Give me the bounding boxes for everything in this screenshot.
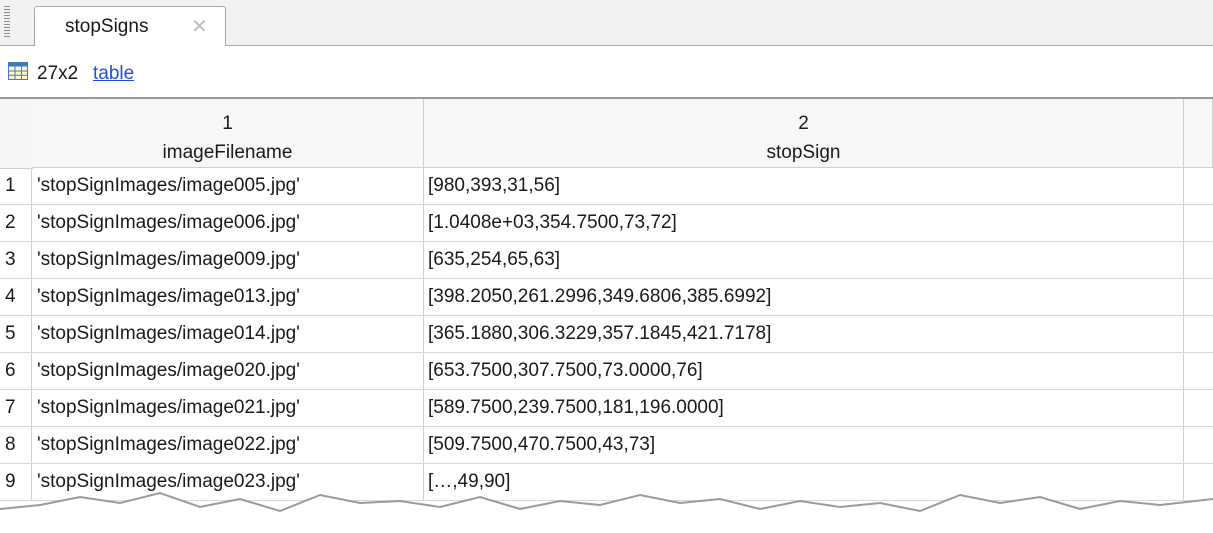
row-number: 8 — [0, 427, 32, 463]
close-icon[interactable]: ✕ — [191, 14, 208, 39]
cell-stop-sign[interactable]: [635,254,65,63] — [424, 242, 1184, 278]
column-name: stopSign — [766, 142, 841, 163]
cell-stop-sign[interactable]: [589.7500,239.7500,181,196.0000] — [424, 390, 1184, 426]
torn-edge-effect — [0, 491, 1213, 533]
drag-grip-icon[interactable] — [4, 6, 10, 38]
tab-bar: stopSigns ✕ — [0, 0, 1213, 46]
empty-cell — [1184, 390, 1213, 426]
tab-stopsigns[interactable]: stopSigns ✕ — [34, 6, 226, 46]
cell-image-filename[interactable]: 'stopSignImages/image014.jpg' — [32, 316, 424, 352]
column-header-imagefilename[interactable]: 1 imageFilename — [32, 99, 424, 168]
cell-image-filename[interactable]: 'stopSignImages/image022.jpg' — [32, 427, 424, 463]
cell-stop-sign[interactable]: [509.7500,470.7500,43,73] — [424, 427, 1184, 463]
table-row[interactable]: 6 'stopSignImages/image020.jpg' [653.750… — [0, 353, 1213, 390]
table-row[interactable]: 5 'stopSignImages/image014.jpg' [365.188… — [0, 316, 1213, 353]
variable-info-bar: 27x2 table — [0, 46, 1213, 96]
empty-cell — [1184, 427, 1213, 463]
cell-image-filename[interactable]: 'stopSignImages/image020.jpg' — [32, 353, 424, 389]
row-number: 6 — [0, 353, 32, 389]
empty-cell — [1184, 353, 1213, 389]
cell-stop-sign[interactable]: [980,393,31,56] — [424, 168, 1184, 204]
row-number: 4 — [0, 279, 32, 315]
empty-column-header — [1184, 99, 1213, 168]
table-row[interactable]: 8 'stopSignImages/image022.jpg' [509.750… — [0, 427, 1213, 464]
cell-stop-sign[interactable]: [398.2050,261.2996,349.6806,385.6992] — [424, 279, 1184, 315]
row-number: 3 — [0, 242, 32, 278]
cell-image-filename[interactable]: 'stopSignImages/image006.jpg' — [32, 205, 424, 241]
empty-cell — [1184, 316, 1213, 352]
column-index: 2 — [798, 113, 809, 134]
tab-label: stopSigns — [65, 16, 149, 37]
table-row[interactable]: 7 'stopSignImages/image021.jpg' [589.750… — [0, 390, 1213, 427]
table-size-label: 27x2 — [37, 63, 79, 84]
column-name: imageFilename — [162, 142, 293, 163]
empty-cell — [1184, 242, 1213, 278]
table-row[interactable]: 2 'stopSignImages/image006.jpg' [1.0408e… — [0, 205, 1213, 242]
variable-table: 1 imageFilename 2 stopSign 1 'stopSignIm… — [0, 97, 1213, 533]
row-number: 7 — [0, 390, 32, 426]
cell-image-filename[interactable]: 'stopSignImages/image005.jpg' — [32, 168, 424, 204]
row-number-header — [0, 99, 33, 169]
table-body: 1 'stopSignImages/image005.jpg' [980,393… — [0, 168, 1213, 501]
column-header-stopsign[interactable]: 2 stopSign — [424, 99, 1184, 168]
empty-cell — [1184, 279, 1213, 315]
cell-image-filename[interactable]: 'stopSignImages/image021.jpg' — [32, 390, 424, 426]
empty-cell — [1184, 168, 1213, 204]
column-index: 1 — [222, 113, 233, 134]
table-row[interactable]: 1 'stopSignImages/image005.jpg' [980,393… — [0, 168, 1213, 205]
table-row[interactable]: 3 'stopSignImages/image009.jpg' [635,254… — [0, 242, 1213, 279]
row-number: 1 — [0, 168, 32, 204]
cell-image-filename[interactable]: 'stopSignImages/image009.jpg' — [32, 242, 424, 278]
cell-stop-sign[interactable]: [653.7500,307.7500,73.0000,76] — [424, 353, 1184, 389]
table-grid-icon — [8, 62, 28, 80]
cell-stop-sign[interactable]: [1.0408e+03,354.7500,73,72] — [424, 205, 1184, 241]
cell-stop-sign[interactable]: [365.1880,306.3229,357.1845,421.7178] — [424, 316, 1184, 352]
empty-cell — [1184, 205, 1213, 241]
cell-image-filename[interactable]: 'stopSignImages/image013.jpg' — [32, 279, 424, 315]
table-row[interactable]: 4 'stopSignImages/image013.jpg' [398.205… — [0, 279, 1213, 316]
row-number: 2 — [0, 205, 32, 241]
row-number: 5 — [0, 316, 32, 352]
table-type-link[interactable]: table — [93, 63, 134, 85]
